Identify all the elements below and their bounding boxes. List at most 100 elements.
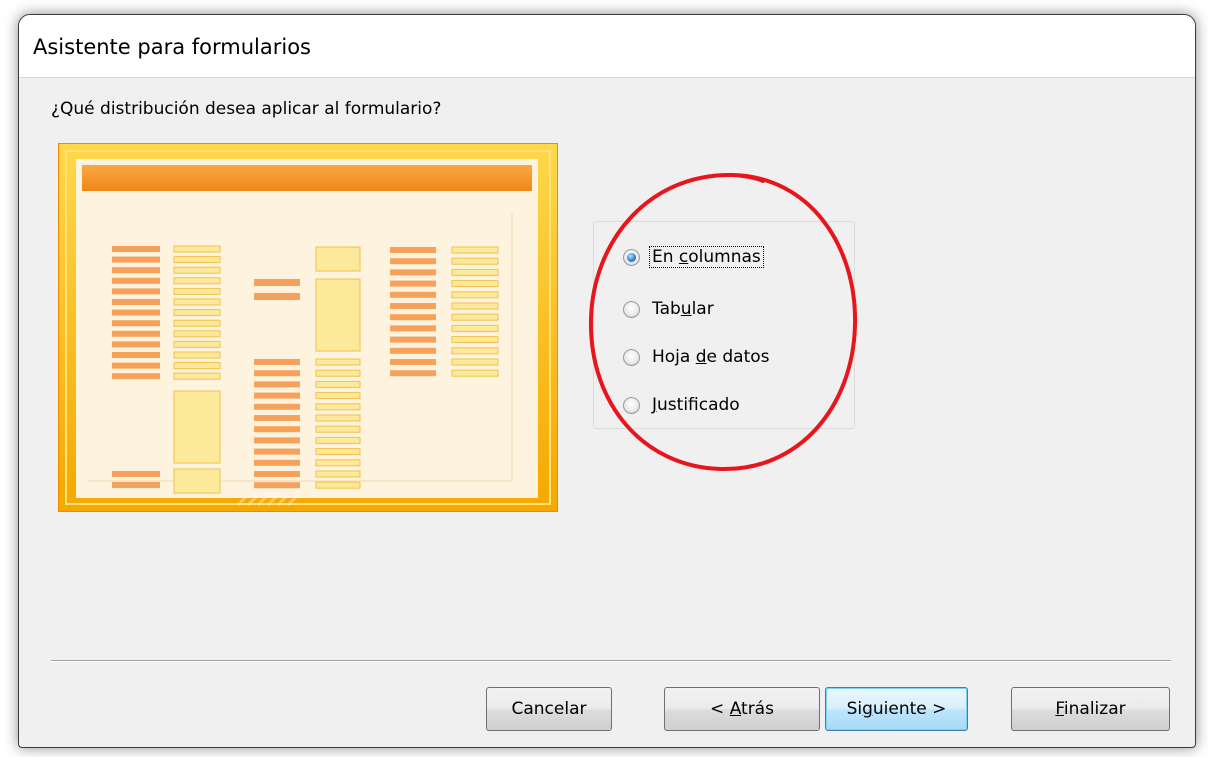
layout-question: ¿Qué distribución desea aplicar al formu…: [51, 99, 442, 119]
preview-label-block: [112, 288, 160, 295]
preview-field-block: [451, 324, 499, 332]
preview-label-block: [112, 299, 160, 305]
preview-field-block: [173, 256, 221, 264]
preview-field-block: [315, 448, 361, 456]
preview-label-block: [254, 437, 300, 444]
preview-field-block: [451, 291, 499, 299]
preview-label-block: [390, 359, 436, 365]
layout-preview-image: [58, 143, 558, 512]
option-label[interactable]: Hoja de datos: [650, 347, 772, 367]
preview-field-block: [173, 351, 221, 359]
preview-label-block: [112, 267, 160, 274]
preview-label-block: [254, 459, 300, 466]
preview-label-block: [112, 482, 160, 488]
preview-field-block: [315, 380, 361, 388]
preview-field-block: [173, 245, 221, 253]
preview-field-block: [451, 313, 499, 321]
option-hoja-de-datos[interactable]: Hoja de datos: [623, 343, 772, 371]
preview-field-block: [315, 358, 361, 366]
preview-field-block: [173, 468, 221, 494]
preview-field-block: [315, 392, 361, 400]
preview-label-block: [112, 256, 160, 263]
preview-label-block: [390, 314, 436, 321]
preview-field-block: [173, 266, 221, 274]
radio-justificado[interactable]: [623, 396, 640, 414]
preview-field-block: [451, 280, 499, 288]
preview-field-block: [315, 369, 361, 377]
title-bar: Asistente para formularios: [19, 15, 1195, 78]
preview-label-block: [254, 370, 300, 377]
radio-hoja-de-datos[interactable]: [623, 348, 640, 366]
preview-field-block: [451, 369, 499, 377]
radio-en-columnas[interactable]: [623, 248, 640, 266]
preview-label-block: [390, 347, 436, 354]
preview-label-block: [254, 471, 300, 477]
preview-label-block: [390, 303, 436, 309]
preview-field-block: [451, 336, 499, 344]
preview-label-block: [390, 247, 436, 253]
preview-label-block: [254, 482, 300, 489]
preview-label-block: [254, 392, 300, 399]
preview-label-block: [254, 293, 300, 300]
preview-label-block: [254, 426, 300, 433]
preview-header-bar: [82, 165, 532, 191]
preview-label-block: [254, 403, 300, 410]
preview-field-block: [451, 358, 499, 366]
dialog-title: Asistente para formularios: [33, 35, 311, 59]
preview-label-block: [390, 325, 436, 332]
preview-label-block: [390, 336, 436, 343]
option-label[interactable]: En columnas: [649, 246, 764, 268]
option-label[interactable]: Tabular: [650, 299, 716, 319]
preview-label-block: [390, 269, 436, 276]
preview-field-block: [451, 347, 499, 355]
cancel-button[interactable]: Cancelar: [486, 687, 612, 731]
preview-field-block: [315, 459, 361, 467]
preview-label-block: [112, 320, 160, 327]
preview-field-block: [173, 362, 221, 370]
preview-label-block: [254, 359, 300, 365]
option-tabular[interactable]: Tabular: [623, 295, 716, 323]
radio-tabular[interactable]: [623, 300, 640, 318]
preview-field-block: [315, 470, 361, 478]
finish-button[interactable]: Finalizar: [1011, 687, 1170, 731]
option-justificado[interactable]: Justificado: [623, 391, 742, 419]
preview-field-block: [315, 246, 361, 272]
preview-label-block: [112, 330, 160, 337]
preview-label-block: [112, 373, 160, 380]
preview-label-block: [390, 291, 436, 298]
preview-label-block: [112, 362, 160, 369]
option-en-columnas[interactable]: En columnas: [623, 243, 764, 271]
preview-field-block: [451, 246, 499, 254]
preview-field-block: [173, 298, 221, 306]
next-button[interactable]: Siguiente >: [825, 687, 968, 731]
preview-label-block: [112, 471, 160, 477]
preview-memo-block: [315, 278, 361, 352]
preview-label-block: [254, 415, 300, 421]
preview-field-block: [173, 340, 221, 348]
preview-field-block: [451, 268, 499, 276]
back-button[interactable]: < Atrás: [664, 687, 820, 731]
footer-separator: [51, 660, 1171, 662]
preview-label-block: [112, 309, 160, 316]
preview-label-block: [254, 448, 300, 455]
preview-label-block: [254, 279, 300, 286]
preview-field-block: [173, 330, 221, 338]
preview-label-block: [112, 246, 160, 252]
preview-memo-block: [173, 390, 221, 464]
preview-field-block: [173, 309, 221, 317]
option-label[interactable]: Justificado: [650, 395, 742, 415]
preview-label-block: [112, 341, 160, 348]
preview-label-block: [112, 352, 160, 358]
preview-field-block: [315, 481, 361, 489]
preview-field-block: [315, 425, 361, 433]
preview-label-block: [112, 277, 160, 284]
preview-label-block: [390, 280, 436, 287]
preview-field-block: [315, 403, 361, 411]
preview-field-block: [451, 257, 499, 265]
preview-field-block: [173, 287, 221, 295]
preview-field-block: [173, 372, 221, 380]
form-wizard-dialog: Asistente para formularios ¿Qué distribu…: [18, 14, 1196, 748]
preview-field-block: [315, 436, 361, 444]
preview-field-block: [173, 277, 221, 285]
preview-field-block: [315, 414, 361, 422]
